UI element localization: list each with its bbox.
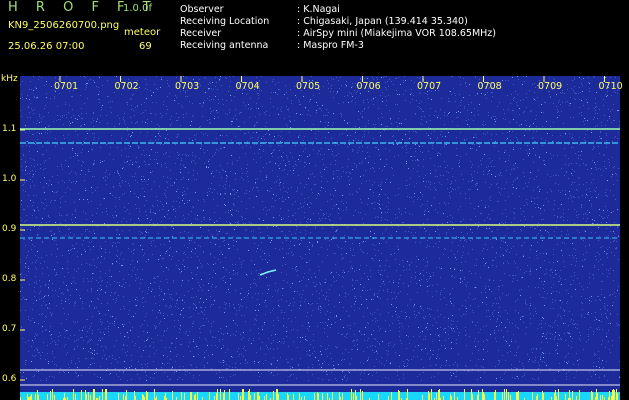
meteor-echo <box>259 269 277 276</box>
y-tick-label: 0.7 <box>2 324 17 334</box>
receiver-value: : AirSpy mini (Miakejima VOR 108.65MHz) <box>297 28 496 39</box>
y-tick-label: 1.0 <box>2 174 17 184</box>
y-axis-unit: kHz <box>1 74 18 84</box>
observer-label: Observer <box>180 4 224 15</box>
x-tick-label: 0704 <box>235 81 260 92</box>
location-value: : Chigasaki, Japan (139.414 35.340) <box>297 16 468 27</box>
antenna-label: Receiving antenna <box>180 40 269 51</box>
meteor-count: 69 <box>139 41 152 52</box>
x-tick-label: 0707 <box>417 81 442 92</box>
x-tick-label: 0709 <box>538 81 563 92</box>
y-tick-label: 0.8 <box>2 274 17 284</box>
antenna-value: : Maspro FM-3 <box>297 40 364 51</box>
observer-value: : K.Nagai <box>297 4 340 15</box>
y-tick-label: 0.9 <box>2 224 17 234</box>
meteor-label: meteor <box>124 27 161 38</box>
x-tick-label: 0702 <box>114 81 139 92</box>
x-tick-label: 0708 <box>477 81 502 92</box>
receiver-label: Receiver <box>180 28 222 39</box>
x-tick-label: 0710 <box>598 81 623 92</box>
y-tick-label: 0.6 <box>2 374 17 384</box>
power-band <box>20 392 620 400</box>
spectrogram-canvas <box>20 76 620 400</box>
spectrogram-plot <box>20 76 620 400</box>
version-label: 1.0.0f <box>123 3 152 14</box>
x-tick-label: 0706 <box>356 81 381 92</box>
right-gutter <box>620 76 629 400</box>
x-tick-label: 0705 <box>296 81 321 92</box>
file-name: KN9_2506260700.png <box>8 20 120 31</box>
x-tick-label: 0701 <box>54 81 79 92</box>
location-label: Receiving Location <box>180 16 270 27</box>
datetime-label: 25.06.26 07:00 <box>8 41 85 52</box>
x-tick-label: 0703 <box>175 81 200 92</box>
noise-highlights <box>20 76 620 381</box>
y-tick-label: 1.1 <box>2 124 17 134</box>
